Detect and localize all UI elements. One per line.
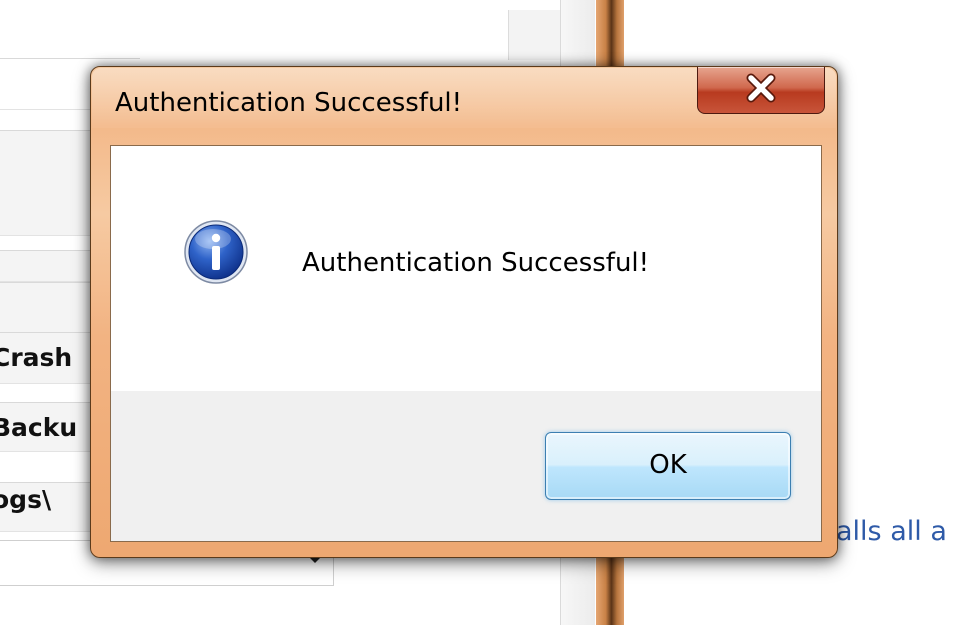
dialog-message: Authentication Successful! [302,248,650,278]
close-icon [746,73,776,103]
ok-button[interactable]: OK [545,432,791,500]
ok-button-label: OK [649,450,687,480]
background-path-text: Crash [0,343,73,372]
info-icon [184,220,248,284]
message-dialog: Authentication Successful! Authenticatio… [90,66,838,558]
dialog-content: Authentication Successful! OK [110,145,822,542]
close-button[interactable] [697,67,825,114]
background-column-header [508,10,564,60]
screen: Crash Backu ogs\ alls all a Authenticati… [0,0,972,625]
background-path-text: Backu [0,413,78,442]
background-path-text: ogs\ [0,485,52,514]
background-description-text: alls all a [836,516,947,547]
dialog-title: Authentication Successful! [115,88,463,118]
